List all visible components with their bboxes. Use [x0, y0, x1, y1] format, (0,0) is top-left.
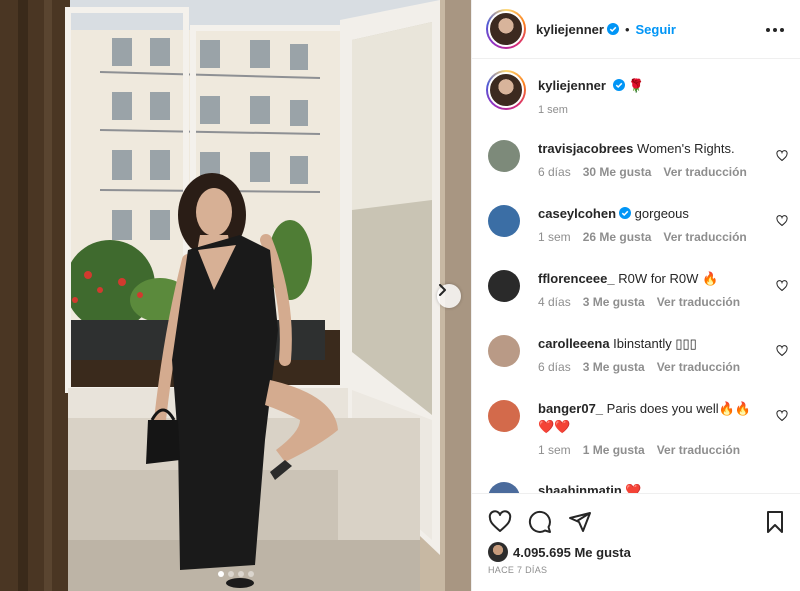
comment-text: R0W for R0W 🔥 — [618, 271, 719, 286]
post-actions: 4.095.695 Me gusta HACE 7 DÍAS — [472, 493, 800, 591]
comment-time[interactable]: 6 días — [538, 360, 571, 374]
header-separator: • — [624, 21, 630, 37]
likes-label: Me gusta — [574, 544, 631, 560]
comment-username[interactable]: carolleeena — [538, 336, 610, 351]
commenter-avatar[interactable] — [488, 270, 520, 302]
carousel-dot — [217, 571, 224, 577]
comment-likes[interactable]: 26 Me gusta — [583, 230, 652, 244]
commenter-avatar[interactable] — [488, 140, 520, 172]
carousel-dot — [247, 571, 254, 577]
heart-icon[interactable] — [776, 280, 788, 292]
translate-link[interactable]: Ver traducción — [657, 443, 740, 457]
comment-text: Ibinstantly ▯▯▯ — [613, 336, 697, 351]
chevron-right-icon — [439, 284, 446, 296]
photo-illustration — [0, 0, 471, 591]
carousel-dot — [227, 571, 234, 577]
more-options-icon[interactable] — [765, 20, 785, 40]
comment-time[interactable]: 4 días — [538, 295, 571, 309]
post-header: kyliejenner • Seguir — [472, 0, 800, 59]
comment-likes[interactable]: 1 Me gusta — [583, 443, 645, 457]
post-timestamp[interactable]: HACE 7 DÍAS — [488, 565, 547, 575]
bookmark-icon[interactable] — [763, 510, 787, 534]
comment-text: gorgeous — [634, 206, 689, 221]
commenter-avatar[interactable] — [488, 205, 520, 237]
comment-item: carolleeena Ibinstantly ▯▯▯ 6 días 3 Me … — [488, 335, 788, 374]
commenter-avatar[interactable] — [488, 400, 520, 432]
author-username[interactable]: kyliejenner — [536, 22, 604, 37]
translate-link[interactable]: Ver traducción — [663, 230, 746, 244]
commenter-avatar[interactable] — [488, 335, 520, 367]
comment-likes[interactable]: 3 Me gusta — [583, 295, 645, 309]
caption-text: 🌹 — [628, 78, 645, 93]
comment-item: banger07_ Paris does you well🔥🔥 ❤️❤️ 1 s… — [488, 400, 788, 457]
post-image[interactable] — [0, 0, 471, 591]
comment-item: travisjacobrees Women's Rights. 6 días 3… — [488, 140, 788, 179]
heart-icon[interactable] — [776, 410, 788, 422]
share-icon[interactable] — [568, 510, 592, 534]
comment-time[interactable]: 1 sem — [538, 230, 571, 244]
comment-icon[interactable] — [528, 510, 552, 534]
translate-link[interactable]: Ver traducción — [663, 165, 746, 179]
author-avatar[interactable] — [486, 9, 526, 49]
heart-icon[interactable] — [776, 345, 788, 357]
verified-badge-icon — [606, 23, 619, 35]
post-caption: kyliejenner 🌹 1 sem — [486, 70, 644, 116]
comment-time[interactable]: 1 sem — [538, 443, 571, 457]
heart-icon[interactable] — [776, 215, 788, 227]
comment-username[interactable]: fflorenceee_ — [538, 271, 615, 286]
comment-username[interactable]: caseylcohen — [538, 206, 616, 221]
caption-avatar[interactable] — [486, 70, 526, 110]
next-image-button[interactable] — [437, 284, 461, 308]
carousel-dot — [237, 571, 244, 577]
verified-badge-icon — [612, 79, 625, 91]
post-dialog: kyliejenner • Seguir kyliejenner 🌹 1 sem… — [0, 0, 800, 591]
comment-item: caseylcohen gorgeous 1 sem 26 Me gusta V… — [488, 205, 788, 244]
translate-link[interactable]: Ver traducción — [657, 360, 740, 374]
likes-count[interactable]: 4.095.695 — [513, 545, 571, 560]
comment-time[interactable]: 6 días — [538, 165, 571, 179]
comment-likes[interactable]: 3 Me gusta — [583, 360, 645, 374]
comment-username[interactable]: banger07_ — [538, 401, 603, 416]
caption-username[interactable]: kyliejenner — [538, 78, 606, 93]
verified-badge-icon — [619, 207, 632, 219]
comment-username[interactable]: travisjacobrees — [538, 141, 633, 156]
liker-avatar — [488, 542, 508, 562]
likes-summary[interactable]: 4.095.695 Me gusta — [488, 542, 631, 562]
comment-likes[interactable]: 30 Me gusta — [583, 165, 652, 179]
caption-time[interactable]: 1 sem — [538, 104, 644, 116]
heart-icon[interactable] — [776, 150, 788, 162]
comment-item: fflorenceee_ R0W for R0W 🔥 4 días 3 Me g… — [488, 270, 788, 309]
heart-icon[interactable] — [488, 510, 512, 534]
translate-link[interactable]: Ver traducción — [657, 295, 740, 309]
comment-text: Women's Rights. — [637, 141, 735, 156]
carousel-indicator — [0, 571, 471, 577]
post-side-panel: kyliejenner • Seguir kyliejenner 🌹 1 sem… — [471, 0, 800, 591]
follow-button[interactable]: Seguir — [636, 22, 676, 37]
